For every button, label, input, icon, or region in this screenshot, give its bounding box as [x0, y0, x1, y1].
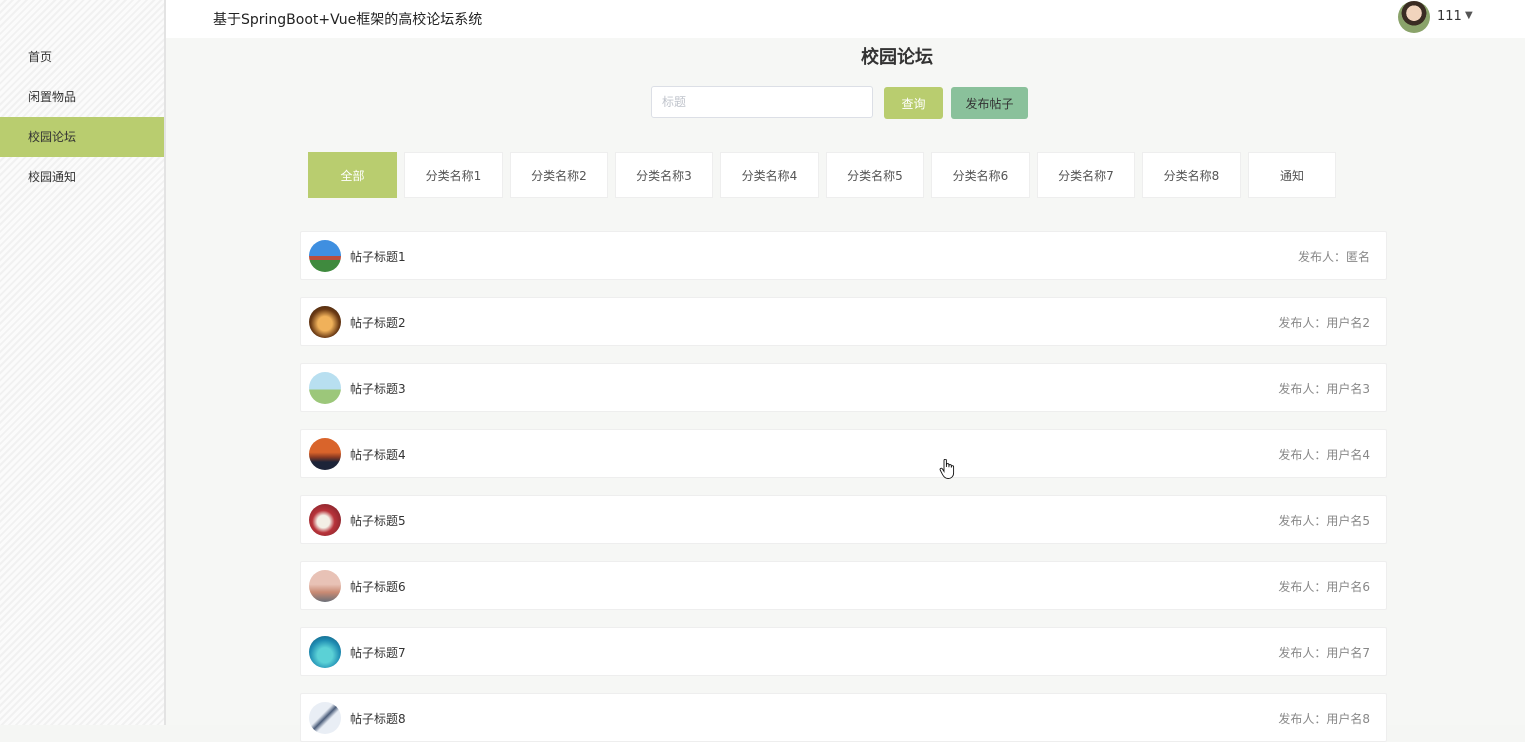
top-bar: 基于SpringBoot+Vue框架的高校论坛系统 111 ▼	[166, 0, 1525, 38]
username[interactable]: 111	[1437, 9, 1462, 24]
system-title: 基于SpringBoot+Vue框架的高校论坛系统	[213, 12, 483, 28]
post-row-2[interactable]: 帖子标题2 发布人：用户名2	[300, 297, 1387, 346]
author-label: 发布人：	[1297, 250, 1346, 264]
tab-category-8[interactable]: 分类名称8	[1142, 152, 1241, 198]
post-thumbnail	[309, 372, 341, 404]
post-author: 发布人：用户名7	[1278, 644, 1370, 661]
author-name: 匿名	[1345, 250, 1370, 264]
author-name: 用户名3	[1326, 382, 1370, 396]
post-thumbnail	[309, 702, 341, 734]
author-name: 用户名5	[1326, 514, 1370, 528]
tab-category-2[interactable]: 分类名称2	[510, 152, 608, 198]
publish-post-button[interactable]: 发布帖子	[951, 87, 1028, 119]
author-name: 用户名7	[1326, 646, 1370, 660]
query-button[interactable]: 查询	[884, 87, 943, 119]
post-thumbnail	[309, 438, 341, 470]
post-author: 发布人：匿名	[1298, 248, 1370, 265]
hand-cursor-icon	[939, 458, 955, 484]
tab-category-3[interactable]: 分类名称3	[615, 152, 713, 198]
tab-notice[interactable]: 通知	[1248, 152, 1336, 198]
sidebar-item-idle-goods[interactable]: 闲置物品	[0, 77, 164, 117]
author-label: 发布人：	[1278, 580, 1327, 594]
author-label: 发布人：	[1278, 382, 1327, 396]
post-thumbnail	[309, 636, 341, 668]
sidebar-item-campus-notice[interactable]: 校园通知	[0, 157, 164, 197]
author-name: 用户名4	[1326, 448, 1370, 462]
search-input[interactable]	[651, 86, 873, 118]
post-author: 发布人：用户名8	[1278, 710, 1370, 727]
post-author: 发布人：用户名2	[1278, 314, 1370, 331]
sidebar: 首页 闲置物品 校园论坛 校园通知	[0, 0, 166, 725]
post-row-3[interactable]: 帖子标题3 发布人：用户名3	[300, 363, 1387, 412]
post-thumbnail	[309, 504, 341, 536]
author-label: 发布人：	[1278, 448, 1327, 462]
post-author: 发布人：用户名4	[1278, 446, 1370, 463]
tab-category-7[interactable]: 分类名称7	[1037, 152, 1135, 198]
author-name: 用户名2	[1326, 316, 1370, 330]
main-content: 基于SpringBoot+Vue框架的高校论坛系统 111 ▼ 校园论坛 查询 …	[166, 0, 1525, 742]
post-title[interactable]: 帖子标题6	[350, 578, 406, 595]
post-title[interactable]: 帖子标题8	[350, 710, 406, 727]
post-title[interactable]: 帖子标题7	[350, 644, 406, 661]
author-label: 发布人：	[1278, 514, 1327, 528]
tab-all[interactable]: 全部	[308, 152, 397, 198]
post-row-7[interactable]: 帖子标题7 发布人：用户名7	[300, 627, 1387, 676]
post-title[interactable]: 帖子标题3	[350, 380, 406, 397]
post-thumbnail	[309, 306, 341, 338]
author-name: 用户名6	[1326, 580, 1370, 594]
page-title: 校园论坛	[861, 47, 933, 68]
post-author: 发布人：用户名6	[1278, 578, 1370, 595]
post-title[interactable]: 帖子标题4	[350, 446, 406, 463]
post-row-4[interactable]: 帖子标题4 发布人：用户名4	[300, 429, 1387, 478]
user-avatar[interactable]	[1398, 1, 1430, 33]
tab-category-1[interactable]: 分类名称1	[404, 152, 503, 198]
author-name: 用户名8	[1326, 712, 1370, 726]
author-label: 发布人：	[1278, 712, 1327, 726]
post-author: 发布人：用户名5	[1278, 512, 1370, 529]
chevron-down-icon[interactable]: ▼	[1465, 10, 1473, 21]
post-thumbnail	[309, 240, 341, 272]
post-row-1[interactable]: 帖子标题1 发布人：匿名	[300, 231, 1387, 280]
post-row-5[interactable]: 帖子标题5 发布人：用户名5	[300, 495, 1387, 544]
author-label: 发布人：	[1278, 646, 1327, 660]
post-author: 发布人：用户名3	[1278, 380, 1370, 397]
tab-category-5[interactable]: 分类名称5	[826, 152, 924, 198]
tab-category-6[interactable]: 分类名称6	[931, 152, 1030, 198]
post-title[interactable]: 帖子标题5	[350, 512, 406, 529]
sidebar-item-campus-forum[interactable]: 校园论坛	[0, 117, 164, 157]
post-row-6[interactable]: 帖子标题6 发布人：用户名6	[300, 561, 1387, 610]
post-row-8[interactable]: 帖子标题8 发布人：用户名8	[300, 693, 1387, 742]
post-title[interactable]: 帖子标题1	[350, 248, 406, 265]
post-thumbnail	[309, 570, 341, 602]
author-label: 发布人：	[1278, 316, 1327, 330]
sidebar-item-home[interactable]: 首页	[0, 37, 164, 77]
post-title[interactable]: 帖子标题2	[350, 314, 406, 331]
tab-category-4[interactable]: 分类名称4	[720, 152, 819, 198]
